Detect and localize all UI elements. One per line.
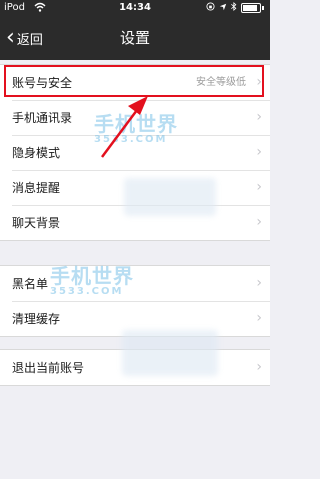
- annotation-arrow: [100, 96, 148, 158]
